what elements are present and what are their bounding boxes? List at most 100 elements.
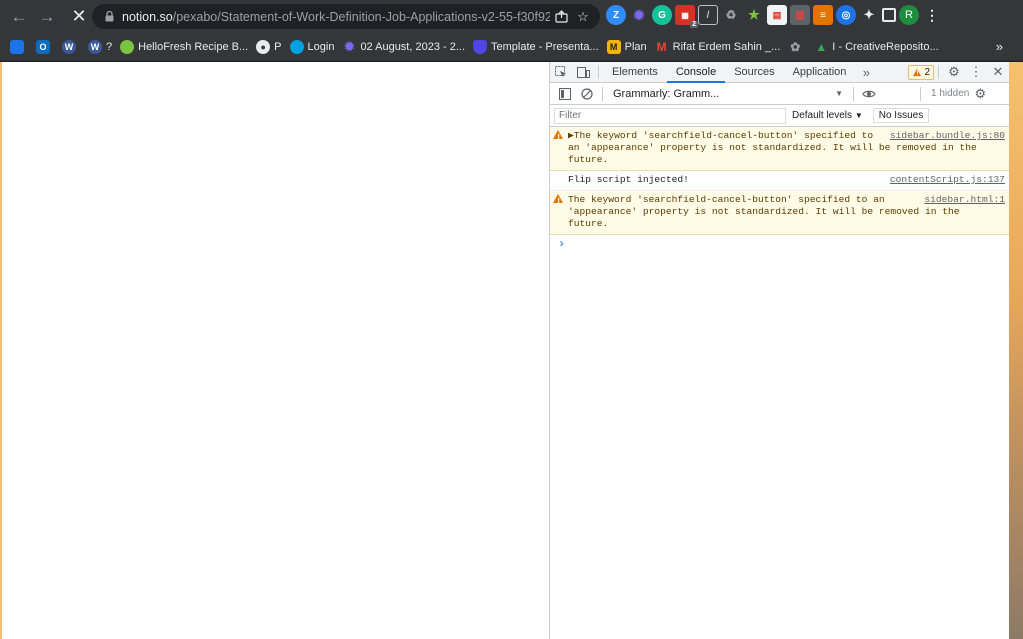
console-toolbar: Grammarly: Gramm... ▼ 1 hidden ⚙ <box>550 83 1009 105</box>
hellofresh-icon <box>120 39 135 54</box>
extensions-area: Z ✹ G ▦ 2 / ♻ ★ ▤ ▥ ≡ ◎ ✦ R ⋮ <box>606 5 942 28</box>
profile-avatar[interactable]: R <box>899 5 919 25</box>
close-devtools-icon[interactable]: ✕ <box>987 62 1009 83</box>
source-link[interactable]: sidebar.bundle.js:80 <box>890 130 1005 142</box>
divider <box>602 86 603 101</box>
tab-elements[interactable]: Elements <box>603 62 667 83</box>
grammarly-extension-icon[interactable]: G <box>652 5 672 25</box>
dropdown-arrow-icon: ▼ <box>854 111 863 120</box>
filter-input[interactable] <box>554 107 786 124</box>
target-extension-icon[interactable]: ◎ <box>836 5 856 25</box>
console-message-warning[interactable]: sidebar.html:1The keyword 'searchfield-c… <box>550 191 1009 235</box>
wordpress-icon: W <box>62 39 76 54</box>
warning-icon <box>553 194 563 207</box>
eye-icon[interactable] <box>858 83 880 104</box>
gear-icon: ✹ <box>343 38 355 54</box>
bookmark-item[interactable]: Template - Presenta... <box>473 39 599 54</box>
gear-extension-icon[interactable]: ✹ <box>629 5 649 25</box>
device-toolbar-icon[interactable] <box>572 62 594 83</box>
more-options-icon[interactable]: ⋮ <box>965 62 987 83</box>
tab-console[interactable]: Console <box>666 62 726 83</box>
warning-icon <box>913 68 922 76</box>
lock-icon <box>102 10 116 24</box>
recycle-extension-icon[interactable]: ♻ <box>721 5 741 25</box>
share-icon[interactable] <box>550 6 572 28</box>
devtools-panel: Elements Console Sources Application » 2… <box>549 62 1009 639</box>
divider <box>853 86 854 101</box>
warning-icon <box>553 130 563 143</box>
sidebar-toggle-icon[interactable] <box>554 83 576 104</box>
divider <box>938 65 939 79</box>
issues-button[interactable]: No Issues <box>872 108 930 123</box>
tab-application[interactable]: Application <box>784 62 856 83</box>
filter-row: Default levels ▼ No Issues <box>550 105 1009 127</box>
zoom-extension-icon[interactable]: Z <box>606 5 626 25</box>
wordpress-icon: W <box>88 39 102 54</box>
bookmark-item[interactable]: M Plan <box>606 39 647 54</box>
bookmark-item[interactable]: Login <box>289 39 334 54</box>
grid-extension-icon[interactable]: ▥ <box>790 5 810 25</box>
bookmark-item[interactable]: ✹ 02 August, 2023 - 2... <box>342 38 465 54</box>
source-link[interactable]: contentScript.js:137 <box>890 174 1005 186</box>
more-tabs-icon[interactable]: » <box>855 62 877 83</box>
console-messages: sidebar.bundle.js:80▶The keyword 'search… <box>550 127 1009 253</box>
bookmark-item[interactable]: ✿ <box>788 40 806 54</box>
desktop-wallpaper <box>1009 62 1023 639</box>
console-prompt[interactable]: › <box>550 235 1009 253</box>
clear-console-icon[interactable] <box>576 83 598 104</box>
console-message-warning[interactable]: sidebar.bundle.js:80▶The keyword 'search… <box>550 127 1009 171</box>
settings-gear-icon[interactable]: ⚙ <box>943 62 965 83</box>
console-message-log[interactable]: contentScript.js:137 Flip script injected… <box>550 171 1009 191</box>
message-text: The keyword 'searchfield-cancel-button' … <box>568 194 960 229</box>
address-bar[interactable]: notion.so/pexabo/Statement-of-Work-Defin… <box>92 4 600 29</box>
bookmark-item[interactable]: W? <box>88 39 112 54</box>
m-icon: M <box>606 39 621 54</box>
outlook-icon: O <box>36 39 50 54</box>
print-extension-icon[interactable]: ▤ <box>767 5 787 25</box>
star-extension-icon[interactable]: ★ <box>744 5 764 25</box>
message-text: Flip script injected! <box>568 174 689 185</box>
devtools-tab-bar: Elements Console Sources Application » 2… <box>550 62 1009 83</box>
gmail-icon: M <box>656 39 667 54</box>
forward-button[interactable]: → <box>34 4 60 30</box>
back-button[interactable]: ← <box>6 4 32 30</box>
page-content[interactable] <box>0 62 549 639</box>
stop-loading-button[interactable]: ✕ <box>66 4 92 30</box>
divider <box>598 65 599 79</box>
screenshot-extension-icon[interactable]: / <box>698 5 718 25</box>
bookmark-item[interactable]: HelloFresh Recipe B... <box>120 39 248 54</box>
warnings-badge[interactable]: 2 <box>908 64 934 80</box>
puzzle-icon[interactable]: ✦ <box>859 5 879 25</box>
console-settings-icon[interactable]: ⚙ <box>969 83 991 104</box>
salesforce-icon <box>289 39 304 54</box>
bookmarks-overflow-button[interactable]: » <box>996 39 1003 54</box>
blue-square-icon <box>10 39 24 54</box>
url-text: notion.so/pexabo/Statement-of-Work-Defin… <box>122 9 550 24</box>
shield-icon <box>473 39 488 54</box>
bookmark-star-icon[interactable]: ☆ <box>572 6 594 28</box>
inspect-element-icon[interactable] <box>550 62 572 83</box>
bookmark-item[interactable]: M Rifat Erdem Sahin _... <box>655 40 781 54</box>
bookmark-item[interactable]: W <box>62 39 80 54</box>
calendar-extension-icon[interactable]: ▦ 2 <box>675 5 698 28</box>
extension-badge: 2 <box>690 21 698 28</box>
tab-sources[interactable]: Sources <box>725 62 783 83</box>
menu-dots-icon[interactable]: ⋮ <box>922 5 942 25</box>
browser-toolbar: ← → ✕ notion.so/pexabo/Statement-of-Work… <box>0 0 1023 33</box>
bookmark-item[interactable]: ▲ I - CreativeReposito... <box>814 40 938 54</box>
bookmark-item[interactable]: O <box>36 39 54 54</box>
hidden-count: 1 hidden <box>931 88 970 99</box>
drive-icon: ▲ <box>815 39 828 54</box>
bookmarks-bar: O W W? HelloFresh Recipe B... ● P Login ✹… <box>0 33 1023 61</box>
context-selector[interactable]: Grammarly: Gramm... ▼ <box>607 88 849 100</box>
brain-icon: ✿ <box>790 39 801 54</box>
side-panel-icon[interactable] <box>882 8 896 22</box>
dropdown-arrow-icon: ▼ <box>835 89 843 98</box>
source-link[interactable]: sidebar.html:1 <box>924 194 1005 206</box>
stack-extension-icon[interactable]: ≡ <box>813 5 833 25</box>
log-levels-dropdown[interactable]: Default levels ▼ <box>792 110 863 121</box>
bookmark-item[interactable] <box>10 39 28 54</box>
divider <box>920 86 921 101</box>
bookmark-item[interactable]: ● P <box>256 39 282 54</box>
globe-icon: ● <box>256 39 271 54</box>
